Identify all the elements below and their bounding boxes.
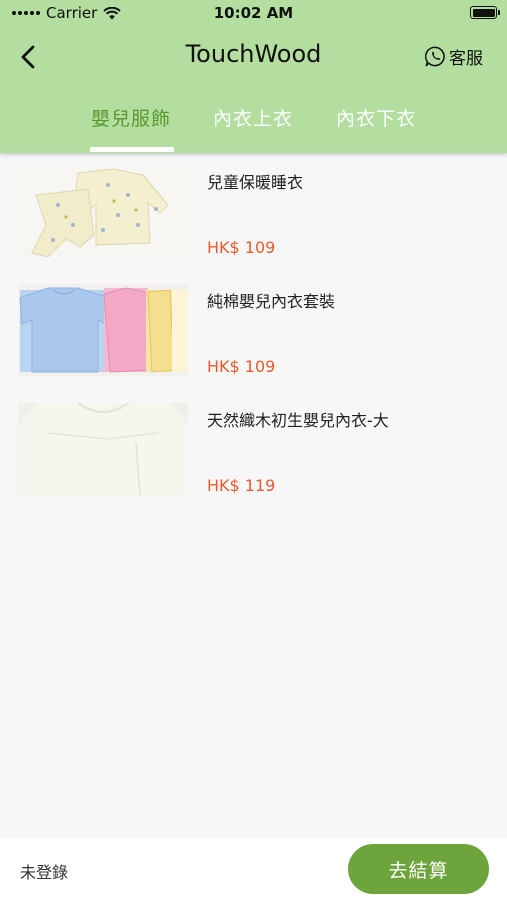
pajama-image <box>18 165 188 257</box>
product-item[interactable]: 天然織木初生嬰兒內衣-大 HK$ 119 <box>0 401 507 511</box>
product-price: HK$ 119 <box>207 476 276 495</box>
product-image[interactable] <box>18 403 188 495</box>
product-name: 純棉嬰兒內衣套裝 <box>207 292 336 311</box>
active-tab-indicator <box>90 147 174 152</box>
product-item[interactable]: 純棉嬰兒內衣套裝 HK$ 109 <box>0 282 507 392</box>
tab-baby-clothing[interactable]: 嬰兒服飾 <box>91 104 171 131</box>
product-name: 兒童保暖睡衣 <box>207 173 304 192</box>
bottom-bar: 未登錄 去結算 <box>0 838 507 900</box>
product-price: HK$ 109 <box>207 357 276 376</box>
battery-icon <box>470 6 500 19</box>
product-name: 天然織木初生嬰兒內衣-大 <box>207 411 389 430</box>
underwear-set-image <box>18 284 188 376</box>
product-image[interactable] <box>18 165 188 257</box>
newborn-underwear-image <box>18 403 188 495</box>
product-price: HK$ 109 <box>207 238 276 257</box>
customer-service-button[interactable]: 客服 <box>424 44 483 69</box>
customer-service-label: 客服 <box>449 49 483 69</box>
product-item[interactable]: 兒童保暖睡衣 HK$ 109 <box>0 163 507 273</box>
status-bar: Carrier 10:02 AM <box>0 0 507 26</box>
product-image[interactable] <box>18 284 188 376</box>
app-header: Carrier 10:02 AM TouchWood 客服 嬰兒服飾 內衣上衣 … <box>0 0 507 153</box>
tab-underwear-bottoms[interactable]: 內衣下衣 <box>336 104 416 131</box>
whatsapp-icon <box>424 46 445 67</box>
back-arrow-icon[interactable] <box>14 42 44 72</box>
login-status[interactable]: 未登錄 <box>20 859 68 883</box>
tab-underwear-tops[interactable]: 內衣上衣 <box>213 104 293 131</box>
status-time: 10:02 AM <box>213 4 294 22</box>
category-tabs: 嬰兒服飾 內衣上衣 內衣下衣 <box>0 100 507 153</box>
checkout-button[interactable]: 去結算 <box>348 844 489 894</box>
